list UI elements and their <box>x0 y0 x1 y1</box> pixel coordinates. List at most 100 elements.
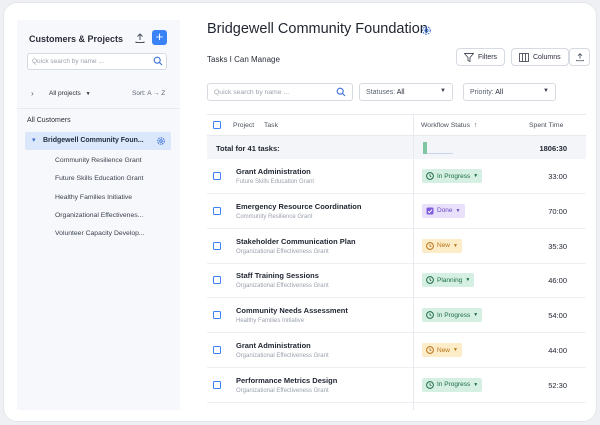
status-badge[interactable]: In Progress ▼ <box>422 169 483 183</box>
priority-dropdown[interactable]: Priority: All ▼ <box>463 83 556 101</box>
clock-icon <box>426 276 434 285</box>
table-row[interactable]: Staff Training Sessions Organizational Ef… <box>207 263 586 299</box>
statuses-value: All <box>396 89 405 96</box>
spent-time: 44:00 <box>548 346 567 355</box>
chevron-down-icon[interactable]: ▾ <box>32 136 36 144</box>
task-name[interactable]: Emergency Resource Coordination <box>236 202 361 211</box>
status-label: In Progress <box>437 172 471 180</box>
status-badge[interactable]: Planning ▼ <box>422 273 475 288</box>
status-badge[interactable]: In Progress ▼ <box>422 308 483 323</box>
all-customers-item[interactable]: All Customers <box>27 117 71 124</box>
divider <box>17 108 180 109</box>
status-label: Planning <box>437 276 463 284</box>
task-project: Future Skills Education Grant <box>236 179 315 185</box>
spent-time: 54:00 <box>548 311 567 321</box>
table-row[interactable]: Grant Administration Organizational Effec… <box>207 333 586 368</box>
table-row[interactable]: Grant Administration Future Skills Educat… <box>207 159 586 194</box>
export-button[interactable] <box>569 48 590 66</box>
task-project: Organizational Effectiveness Grant <box>236 387 329 394</box>
task-project: Organizational Effectiveness Grant <box>236 248 329 255</box>
sidebar-item-project[interactable]: Volunteer Capacity Develop... <box>55 230 145 237</box>
status-badge[interactable]: New ▼ <box>422 238 462 253</box>
task-name[interactable]: Stakeholder Communication Plan <box>236 237 356 246</box>
page-title: Bridgewell Community Foundation <box>207 21 428 37</box>
table-row[interactable]: Stakeholder Communication Plan Organizati… <box>207 229 586 264</box>
status-badge[interactable]: In Progress ▼ <box>422 377 483 392</box>
workflow-progress-track <box>427 153 453 154</box>
select-all-checkbox[interactable] <box>213 121 221 129</box>
statuses-dropdown[interactable]: Statuses: All ▼ <box>359 83 453 101</box>
task-name[interactable]: Grant Administration <box>236 341 311 350</box>
task-name[interactable]: Performance Metrics Design <box>236 376 337 385</box>
spent-time: 52:30 <box>548 380 567 390</box>
task-project: Community Resilience Grant <box>236 213 313 220</box>
task-name[interactable]: Staff Training Sessions <box>236 271 319 280</box>
spent-time: 70:00 <box>548 206 567 216</box>
status-label: New <box>437 346 451 354</box>
table-row[interactable]: Performance Metrics Design Organizational… <box>207 368 586 403</box>
clock-icon <box>426 241 434 250</box>
row-checkbox[interactable] <box>213 346 221 354</box>
search-icon[interactable] <box>153 56 163 66</box>
selected-customer-label: Bridgewell Community Foun... <box>43 137 144 144</box>
chevron-down-icon: ▼ <box>440 88 446 94</box>
row-checkbox[interactable] <box>213 206 221 215</box>
column-header-project[interactable]: Project <box>233 122 254 129</box>
clock-icon <box>426 380 434 389</box>
gear-icon[interactable] <box>156 136 166 146</box>
row-checkbox[interactable] <box>213 311 221 320</box>
sort-label: Sort: <box>132 90 146 97</box>
sort-control[interactable]: Sort: A → Z <box>132 90 165 97</box>
column-header-task[interactable]: Task <box>264 122 278 129</box>
chevron-down-icon: ▼ <box>543 88 549 94</box>
gear-icon[interactable] <box>421 25 432 36</box>
upload-icon <box>576 53 584 62</box>
table-row[interactable]: Community Needs Assessment Healthy Famili… <box>207 298 586 334</box>
row-checkbox[interactable] <box>213 380 221 389</box>
sidebar-search-input[interactable]: Quick search by name ... <box>27 53 167 70</box>
spent-time: 33:00 <box>548 172 567 181</box>
chevron-down-icon: ▼ <box>453 242 458 249</box>
row-checkbox[interactable] <box>213 241 221 250</box>
sidebar-item-project[interactable]: Future Skills Education Grant <box>55 175 143 182</box>
check-icon <box>426 207 434 215</box>
sidebar-item-project[interactable]: Community Resilience Grant <box>55 157 142 164</box>
task-name[interactable]: Community Needs Assessment <box>236 306 348 315</box>
table-row[interactable]: Emergency Resource Coordination Community… <box>207 194 586 229</box>
columns-button[interactable]: Columns <box>511 48 569 66</box>
project-filter-dropdown[interactable]: All projects ▼ <box>49 90 91 97</box>
upload-icon[interactable] <box>134 32 146 44</box>
column-header-spent-time[interactable]: Spent Time <box>529 122 563 129</box>
project-filter-value: All projects <box>49 90 81 97</box>
collapse-toggle-icon[interactable]: › <box>31 89 34 98</box>
priority-value: All <box>495 89 504 96</box>
task-name[interactable]: Grant Administration <box>236 167 311 176</box>
status-badge[interactable]: New ▼ <box>422 343 462 357</box>
selected-customer-item[interactable]: ▾ Bridgewell Community Foun... <box>25 132 171 150</box>
task-project: Organizational Effectiveness Grant <box>236 283 329 290</box>
filter-icon <box>464 52 474 62</box>
add-project-button[interactable]: + <box>152 30 167 45</box>
task-search-input[interactable]: Quick search by name ... <box>207 83 353 101</box>
total-row: Total for 41 tasks: 1806:30 <box>207 136 586 159</box>
total-label: Total for 41 tasks: <box>216 144 280 153</box>
priority-label: Priority: <box>470 89 494 96</box>
column-header-workflow-status[interactable]: Workflow Status ↑ <box>421 122 477 129</box>
chevron-down-icon: ▼ <box>465 277 471 284</box>
chevron-down-icon: ▼ <box>85 91 91 97</box>
page-subtitle: Tasks I Can Manage <box>207 55 280 64</box>
total-spent-time: 1806:30 <box>539 144 567 153</box>
sidebar-title: Customers & Projects <box>29 34 124 44</box>
filters-button[interactable]: Filters <box>456 48 506 66</box>
row-checkbox[interactable] <box>213 172 221 180</box>
row-checkbox[interactable] <box>213 276 221 285</box>
sidebar-item-project[interactable]: Organizational Effectivenes... <box>55 212 143 219</box>
status-label: In Progress <box>437 381 471 389</box>
column-divider <box>413 114 414 410</box>
sidebar-item-project[interactable]: Healthy Families Initiative <box>55 194 132 201</box>
clock-icon <box>426 311 434 320</box>
search-icon[interactable] <box>336 87 346 97</box>
sidebar: Customers & Projects + Quick search by n… <box>17 20 180 410</box>
sort-value: A → Z <box>147 90 166 97</box>
status-badge[interactable]: Done ▼ <box>422 203 465 218</box>
